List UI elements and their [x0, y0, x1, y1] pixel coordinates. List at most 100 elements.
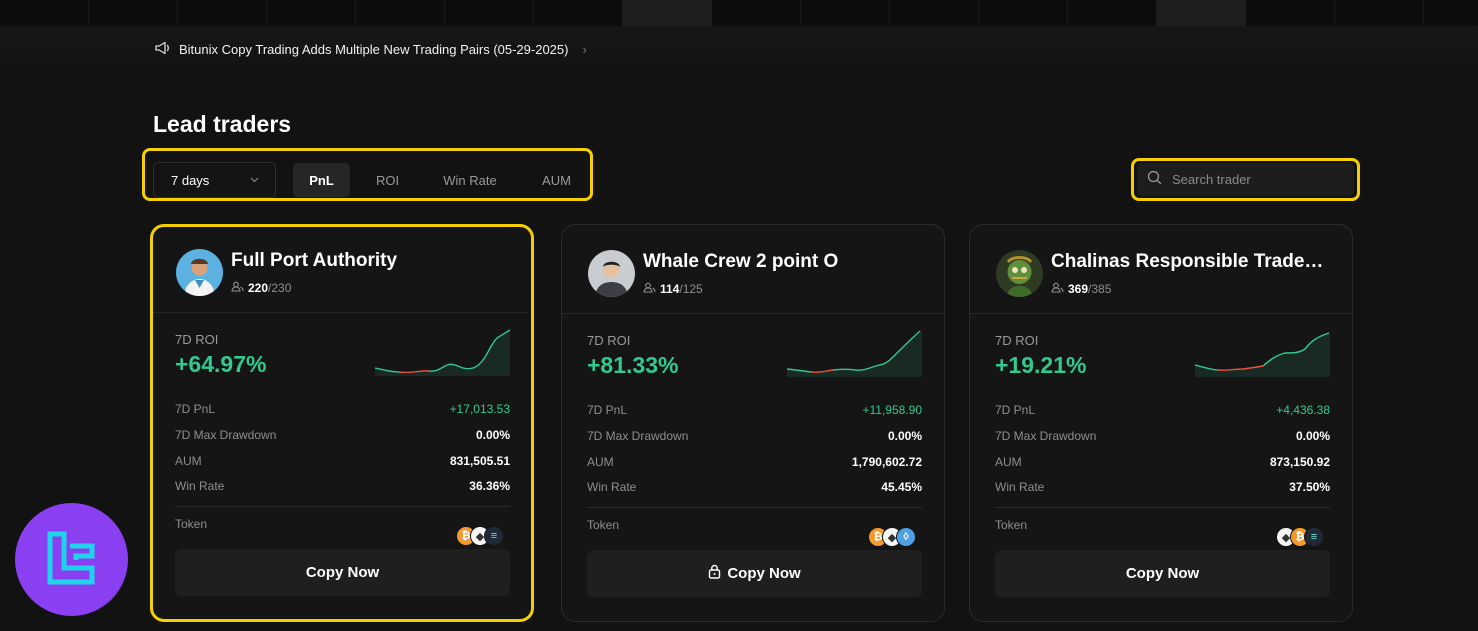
roi-value: +81.33% — [587, 352, 679, 378]
trader-name[interactable]: Full Port Authority — [231, 250, 521, 272]
token-list: ₿ ◆ ◊ — [868, 527, 916, 547]
aum-label: AUM — [995, 455, 1022, 469]
avatar[interactable] — [588, 250, 635, 297]
roi-sparkline — [787, 330, 922, 377]
divider — [970, 313, 1352, 314]
divider — [562, 313, 944, 314]
copy-now-label: Copy Now — [727, 565, 801, 582]
roi-sparkline — [1195, 332, 1330, 377]
copy-now-label: Copy Now — [1125, 565, 1200, 582]
trader-card[interactable]: Full Port Authority 220/230 7D ROI +64.9… — [150, 224, 534, 622]
winrate-value: 45.45% — [881, 480, 922, 494]
tab-label: ROI — [375, 172, 400, 188]
top-tab-strip — [0, 0, 1478, 26]
winrate-label: Win Rate — [995, 480, 1045, 494]
sol-icon: ≡ — [1304, 527, 1324, 547]
divider — [175, 506, 510, 507]
users-icon — [643, 282, 656, 296]
drawdown-row: 7D Max Drawdown 0.00% — [175, 428, 510, 442]
aum-row: AUM 1,790,602.72 — [587, 455, 922, 469]
aum-label: AUM — [587, 455, 614, 469]
aum-row: AUM 873,150.92 — [995, 455, 1330, 469]
pnl-row: 7D PnL +11,958.90 — [587, 403, 922, 417]
winrate-row: Win Rate 37.50% — [995, 480, 1330, 494]
megaphone-icon — [155, 41, 171, 58]
aum-row: AUM 831,505.51 — [175, 454, 510, 468]
trader-card[interactable]: Whale Crew 2 point O 114/125 7D ROI +81.… — [561, 224, 945, 622]
followers-current: 369 — [1068, 282, 1089, 296]
avatar[interactable] — [176, 249, 223, 296]
xrp-icon: ◊ — [896, 527, 916, 547]
roi-value: +64.97% — [175, 351, 267, 377]
pnl-row: 7D PnL +17,013.53 — [175, 402, 510, 416]
drawdown-value: 0.00% — [475, 428, 510, 442]
followers-count: 220/230 — [231, 281, 291, 295]
drawdown-row: 7D Max Drawdown 0.00% — [587, 429, 922, 443]
winrate-label: Win Rate — [587, 480, 637, 494]
followers-current: 114 — [660, 282, 680, 296]
pnl-value: +4,436.38 — [1276, 403, 1330, 417]
pnl-label: 7D PnL — [587, 403, 628, 417]
tab-aum[interactable]: AUM — [525, 163, 588, 197]
token-list: ◆ ₿ ≡ — [1276, 527, 1324, 547]
token-label: Token — [587, 518, 620, 532]
search-input[interactable] — [1172, 172, 1332, 187]
search-icon — [1147, 170, 1162, 190]
tab-win-rate[interactable]: Win Rate — [425, 163, 515, 197]
sol-icon: ≡ — [484, 526, 504, 546]
winrate-label: Win Rate — [175, 479, 225, 493]
token-label: Token — [995, 518, 1028, 532]
copy-now-button[interactable]: Copy Now — [587, 550, 922, 597]
drawdown-label: 7D Max Drawdown — [995, 429, 1097, 443]
followers-count: 369/385 — [1051, 282, 1111, 296]
tab-roi[interactable]: ROI — [360, 163, 415, 197]
trader-name[interactable]: Whale Crew 2 point O — [643, 251, 933, 273]
page-title: Lead traders — [153, 111, 292, 137]
copy-now-button[interactable]: Copy Now — [175, 549, 510, 596]
pnl-label: 7D PnL — [995, 403, 1036, 417]
token-label: Token — [175, 517, 208, 531]
announcement-bar[interactable]: Bitunix Copy Trading Adds Multiple New T… — [155, 40, 587, 58]
avatar[interactable] — [996, 250, 1043, 297]
period-select-value: 7 days — [171, 172, 210, 188]
followers-max: /385 — [1088, 282, 1112, 296]
trader-card[interactable]: Chalinas Responsible Trade… 369/385 7D R… — [969, 224, 1353, 622]
roi-label: 7D ROI — [587, 333, 631, 348]
roi-label: 7D ROI — [175, 332, 219, 347]
aum-label: AUM — [175, 454, 202, 468]
pnl-label: 7D PnL — [175, 402, 216, 416]
tab-label: PnL — [309, 172, 334, 188]
roi-value: +19.21% — [995, 352, 1087, 378]
winrate-row: Win Rate 45.45% — [587, 480, 922, 494]
tab-label: AUM — [542, 172, 571, 188]
drawdown-label: 7D Max Drawdown — [587, 429, 689, 443]
announcement-text[interactable]: Bitunix Copy Trading Adds Multiple New T… — [179, 42, 568, 57]
drawdown-row: 7D Max Drawdown 0.00% — [995, 429, 1330, 443]
followers-max: /230 — [268, 281, 292, 295]
aum-value: 873,150.92 — [1269, 455, 1330, 469]
token-list: ₿ ◆ ≡ — [456, 526, 504, 546]
tab-pnl[interactable]: PnL — [293, 163, 350, 197]
followers-current: 220 — [248, 281, 269, 295]
period-select[interactable]: 7 days — [153, 162, 276, 198]
search-field[interactable] — [1137, 163, 1354, 196]
divider — [153, 312, 528, 313]
pnl-value: +17,013.53 — [449, 402, 510, 416]
roi-sparkline — [375, 329, 510, 376]
divider — [587, 507, 922, 508]
copy-now-button[interactable]: Copy Now — [995, 550, 1330, 597]
pnl-value: +11,958.90 — [862, 403, 922, 417]
chevron-down-icon — [250, 175, 259, 186]
divider — [995, 507, 1330, 508]
users-icon — [231, 281, 244, 295]
lock-icon — [708, 564, 721, 583]
tab-label: Win Rate — [443, 172, 497, 188]
brand-logo — [15, 503, 128, 616]
users-icon — [1051, 282, 1064, 296]
roi-label: 7D ROI — [995, 333, 1039, 348]
aum-value: 831,505.51 — [449, 454, 510, 468]
trader-name[interactable]: Chalinas Responsible Trade… — [1051, 251, 1341, 273]
drawdown-value: 0.00% — [887, 429, 922, 443]
pnl-row: 7D PnL +4,436.38 — [995, 403, 1330, 417]
aum-value: 1,790,602.72 — [851, 455, 922, 469]
